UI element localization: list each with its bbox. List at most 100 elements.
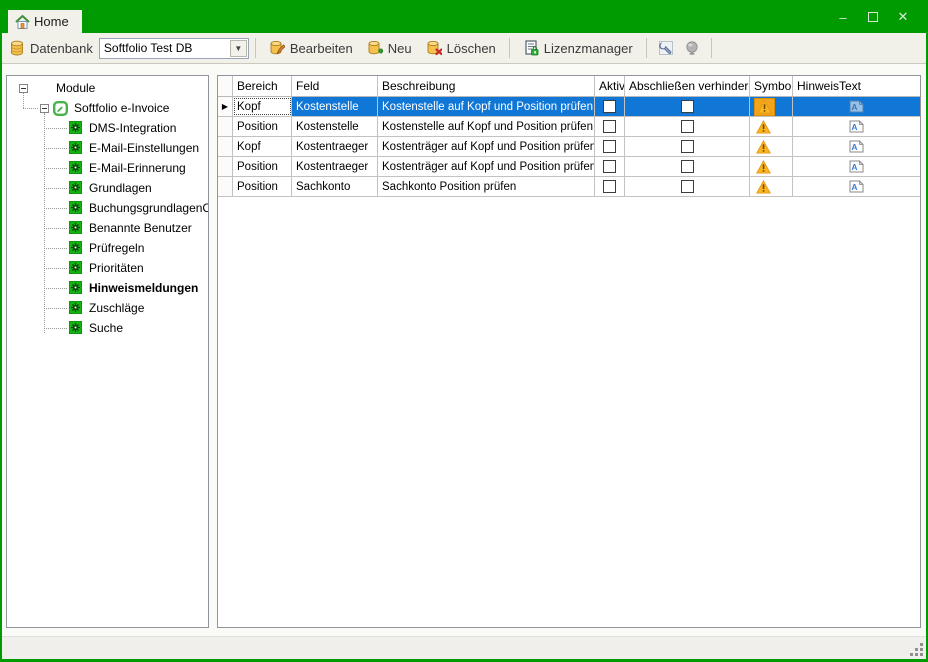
tab-home[interactable]: Home: [8, 10, 82, 33]
resize-grip-icon[interactable]: [911, 644, 923, 656]
database-combobox[interactable]: Softfolio Test DB ▼: [99, 38, 249, 59]
close-button[interactable]: ✕: [888, 6, 918, 28]
cell-feld[interactable]: Kostentraeger: [292, 157, 378, 176]
tree-item-hinweismeldungen[interactable]: Hinweismeldungen: [7, 278, 208, 298]
column-header-symbol[interactable]: Symbol: [750, 76, 793, 96]
column-header-beschreibung[interactable]: Beschreibung: [378, 76, 595, 96]
warning-icon: [756, 160, 771, 174]
cell-feld[interactable]: Kostenstelle: [292, 117, 378, 136]
abschliessen-verhindern-checkbox[interactable]: [681, 100, 694, 113]
lizenzmanager-button[interactable]: Lizenzmanager: [516, 37, 640, 59]
cell-hinweistext[interactable]: A: [793, 117, 920, 136]
cell-hinweistext[interactable]: A: [793, 157, 920, 176]
tree-item-label[interactable]: DMS-Integration: [87, 120, 178, 136]
tree-item-module-label[interactable]: Module: [54, 80, 97, 96]
tree-item-label[interactable]: Suche: [87, 320, 125, 336]
column-header-feld[interactable]: Feld: [292, 76, 378, 96]
tree-item-grundlagen[interactable]: Grundlagen: [7, 178, 208, 198]
tree-item-label[interactable]: Zuschläge: [87, 300, 146, 316]
column-header-bereich[interactable]: Bereich: [233, 76, 292, 96]
abschliessen-verhindern-checkbox[interactable]: [681, 120, 694, 133]
tree-item-pr-fregeln[interactable]: Prüfregeln: [7, 238, 208, 258]
grid-row-3[interactable]: KopfKostentraegerKostenträger auf Kopf u…: [218, 137, 920, 157]
tree-item-e-mail-erinnerung[interactable]: E-Mail-Erinnerung: [7, 158, 208, 178]
tree-item-label[interactable]: E-Mail-Erinnerung: [87, 160, 188, 176]
tree-connector-line: [44, 248, 67, 249]
tree-item-module[interactable]: Module: [7, 78, 208, 98]
svg-text:A: A: [851, 182, 857, 192]
cell-beschreibung[interactable]: Kostenträger auf Kopf und Position prüfe…: [378, 137, 595, 156]
tree-item-label[interactable]: Prioritäten: [87, 260, 146, 276]
wrench-icon: [658, 40, 674, 56]
grid-row-2[interactable]: PositionKostenstelleKostenstelle auf Kop…: [218, 117, 920, 137]
cell-symbol[interactable]: [750, 117, 793, 136]
svg-text:A: A: [851, 122, 857, 132]
cell-symbol[interactable]: [750, 97, 793, 116]
maximize-button[interactable]: [858, 6, 888, 28]
column-header-abschlie-en-verhindern[interactable]: Abschließen verhindern: [625, 76, 750, 96]
cell-bereich[interactable]: Position: [233, 157, 292, 176]
combobox-dropdown-button[interactable]: ▼: [230, 40, 247, 57]
aktiv-checkbox[interactable]: [603, 160, 616, 173]
cell-hinweistext[interactable]: A: [793, 177, 920, 196]
aktiv-checkbox[interactable]: [603, 120, 616, 133]
tree-item-label[interactable]: Prüfregeln: [87, 240, 146, 256]
abschliessen-verhindern-checkbox[interactable]: [681, 140, 694, 153]
globe-button[interactable]: [679, 37, 705, 59]
cell-beschreibung[interactable]: Kostenstelle auf Kopf und Position prüfe…: [378, 97, 595, 116]
tree-connector-line: [44, 228, 67, 229]
aktiv-checkbox[interactable]: [603, 180, 616, 193]
grid-row-4[interactable]: PositionKostentraegerKostenträger auf Ko…: [218, 157, 920, 177]
tree-connector-line: [44, 113, 45, 333]
cell-feld[interactable]: Kostenstelle: [292, 97, 378, 116]
row-marker-header: [218, 76, 233, 96]
bearbeiten-button[interactable]: Bearbeiten: [262, 37, 360, 59]
cell-symbol[interactable]: [750, 137, 793, 156]
cell-symbol[interactable]: [750, 177, 793, 196]
tree-item-label[interactable]: Grundlagen: [87, 180, 154, 196]
cell-feld[interactable]: Sachkonto: [292, 177, 378, 196]
tree-item-label[interactable]: BuchungsgrundlagenCH: [87, 200, 209, 216]
cell-symbol[interactable]: [750, 157, 793, 176]
tree-item-benannte-benutzer[interactable]: Benannte Benutzer: [7, 218, 208, 238]
grid-row-5[interactable]: PositionSachkontoSachkonto Position prüf…: [218, 177, 920, 197]
cell-beschreibung[interactable]: Kostenträger auf Kopf und Position prüfe…: [378, 157, 595, 176]
tree-item-softfolio-e-invoice-label[interactable]: Softfolio e-Invoice: [72, 100, 171, 116]
cell-feld[interactable]: Kostentraeger: [292, 137, 378, 156]
cell-bereich[interactable]: Position: [233, 177, 292, 196]
tree-item-label[interactable]: E-Mail-Einstellungen: [87, 140, 201, 156]
tree-item-suche[interactable]: Suche: [7, 318, 208, 338]
tree-item-buchungsgrundlagench[interactable]: BuchungsgrundlagenCH: [7, 198, 208, 218]
tree-item-label[interactable]: Hinweismeldungen: [87, 280, 200, 296]
aktiv-checkbox[interactable]: [603, 100, 616, 113]
cell-bereich[interactable]: Position: [233, 117, 292, 136]
cell-hinweistext[interactable]: A: [793, 97, 920, 116]
settings-wrench-button[interactable]: [653, 37, 679, 59]
cell-abschliessen-verhindern: [625, 97, 750, 116]
abschliessen-verhindern-checkbox[interactable]: [681, 180, 694, 193]
abschliessen-verhindern-checkbox[interactable]: [681, 160, 694, 173]
tree-item-zuschl-ge[interactable]: Zuschläge: [7, 298, 208, 318]
tree-expander-icon[interactable]: [40, 104, 49, 113]
tree-expander-icon[interactable]: [19, 84, 28, 93]
cell-abschliessen-verhindern: [625, 177, 750, 196]
grid-row-1[interactable]: ▶KopfKostenstelleKostenstelle auf Kopf u…: [218, 97, 920, 117]
tree-item-dms-integration[interactable]: DMS-Integration: [7, 118, 208, 138]
cell-beschreibung[interactable]: Sachkonto Position prüfen: [378, 177, 595, 196]
loeschen-button[interactable]: Löschen: [419, 37, 503, 59]
column-header-aktiv[interactable]: Aktiv: [595, 76, 625, 96]
tree-item-priorit-ten[interactable]: Prioritäten: [7, 258, 208, 278]
cell-bereich[interactable]: Kopf: [233, 97, 292, 116]
toolbar-separator: [509, 38, 510, 58]
minimize-button[interactable]: –: [828, 6, 858, 28]
column-header-hinweistext[interactable]: HinweisText: [793, 76, 920, 96]
tree-item-label[interactable]: Benannte Benutzer: [87, 220, 194, 236]
neu-button[interactable]: Neu: [360, 37, 419, 59]
tree-connector-line: [44, 328, 67, 329]
gear-icon: [69, 161, 82, 174]
aktiv-checkbox[interactable]: [603, 140, 616, 153]
tree-item-e-mail-einstellungen[interactable]: E-Mail-Einstellungen: [7, 138, 208, 158]
cell-hinweistext[interactable]: A: [793, 137, 920, 156]
cell-beschreibung[interactable]: Kostenstelle auf Kopf und Position prüfe…: [378, 117, 595, 136]
cell-bereich[interactable]: Kopf: [233, 137, 292, 156]
